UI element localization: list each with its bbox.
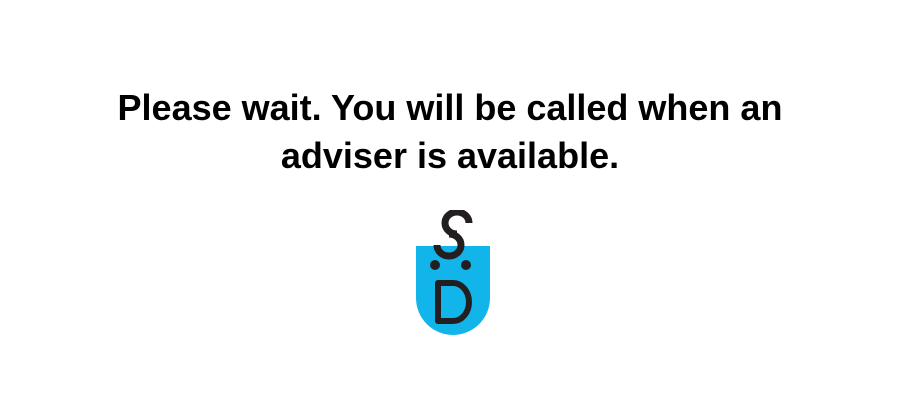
waiting-message: Please wait. You will be called when an …: [0, 84, 900, 180]
logo-left-eye: [430, 260, 440, 270]
logo-right-eye: [461, 260, 471, 270]
brand-logo-icon: [413, 210, 493, 336]
waiting-message-line-1: Please wait. You will be called when an: [117, 87, 783, 128]
smiling-face-logo-icon: [416, 210, 490, 335]
waiting-message-line-2: adviser is available.: [280, 135, 620, 176]
waiting-screen: Please wait. You will be called when an …: [0, 0, 900, 400]
